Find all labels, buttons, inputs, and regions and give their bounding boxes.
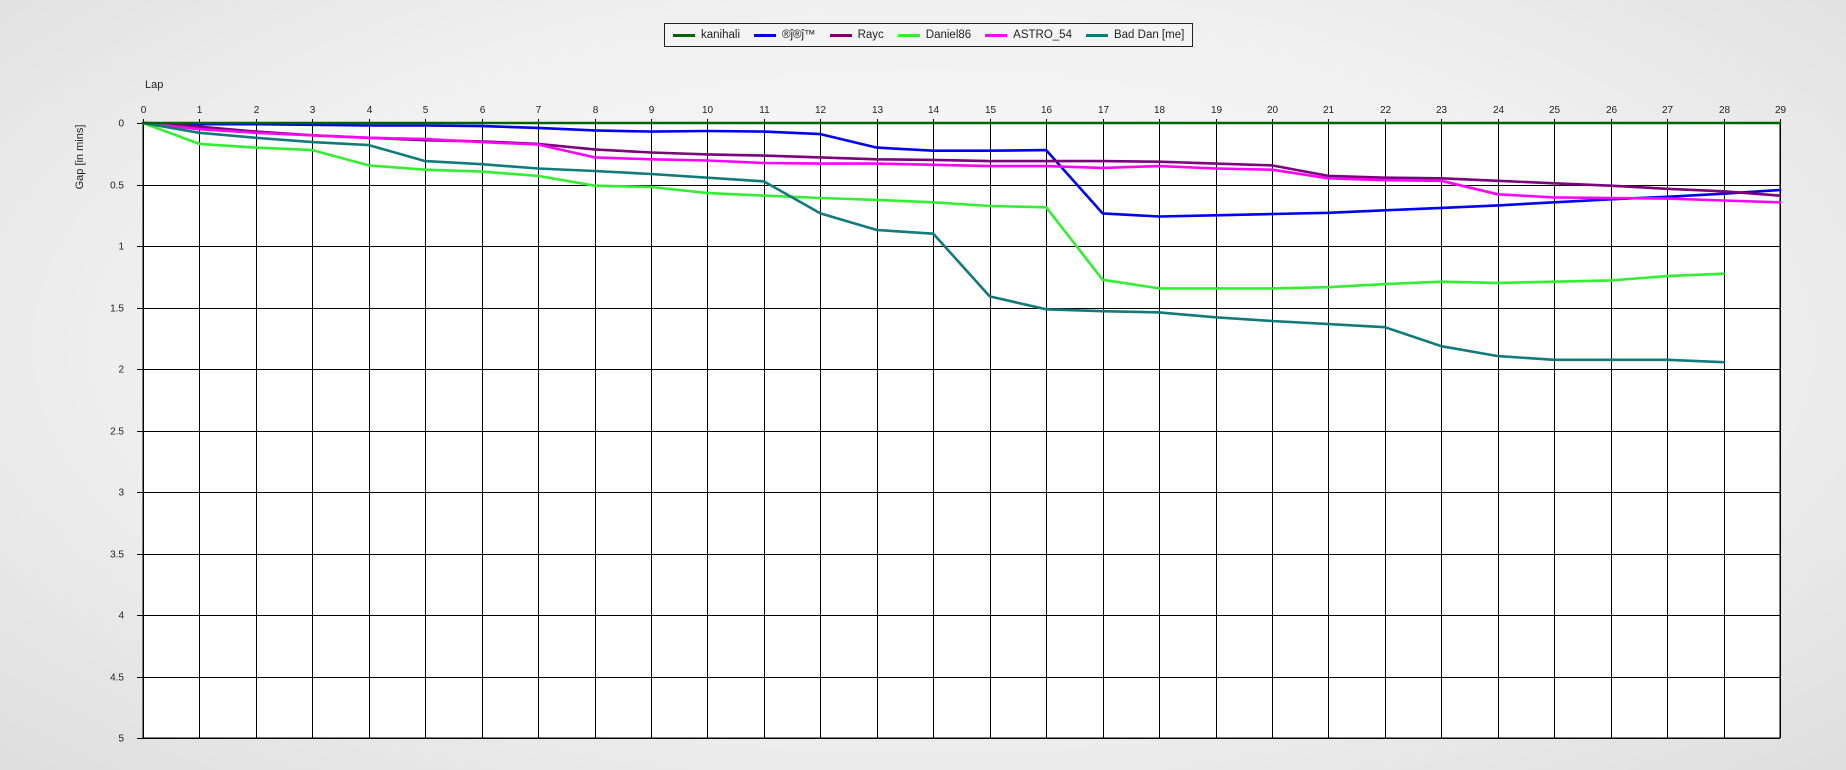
x-tick-label: 27 bbox=[1662, 105, 1674, 116]
x-tick-label: 3 bbox=[310, 105, 316, 116]
x-tick-label: 12 bbox=[815, 105, 827, 116]
x-tick-label: 23 bbox=[1436, 105, 1448, 116]
y-tick-label: 1.5 bbox=[110, 304, 124, 315]
x-tick-label: 6 bbox=[480, 105, 486, 116]
y-tick-label: 4.5 bbox=[110, 673, 124, 684]
x-tick-label: 5 bbox=[423, 105, 429, 116]
plot-area bbox=[142, 122, 1781, 739]
y-axis-title: Gap [in mins] bbox=[74, 125, 86, 190]
x-tick-label: 29 bbox=[1775, 105, 1787, 116]
y-tick-label: 0.5 bbox=[110, 181, 124, 192]
x-tick-label: 21 bbox=[1323, 105, 1335, 116]
y-tick-label: 2.5 bbox=[110, 427, 124, 438]
y-tick-label: 0 bbox=[118, 119, 124, 130]
x-tick-label: 0 bbox=[141, 105, 147, 116]
x-tick-label: 25 bbox=[1549, 105, 1561, 116]
y-tick-label: 2 bbox=[118, 365, 124, 376]
x-tick-label: 4 bbox=[367, 105, 373, 116]
x-tick-label: 20 bbox=[1267, 105, 1279, 116]
x-tick-label: 10 bbox=[702, 105, 714, 116]
x-tick-label: 16 bbox=[1041, 105, 1053, 116]
x-tick-label: 19 bbox=[1211, 105, 1223, 116]
x-tick-label: 24 bbox=[1493, 105, 1505, 116]
x-tick-label: 11 bbox=[759, 105, 770, 116]
x-axis-title: Lap bbox=[145, 79, 163, 91]
x-tick-label: 1 bbox=[197, 105, 203, 116]
y-tick-label: 5 bbox=[118, 734, 124, 745]
x-tick-label: 22 bbox=[1380, 105, 1392, 116]
x-tick-label: 17 bbox=[1098, 105, 1110, 116]
y-tick-label: 3 bbox=[118, 488, 124, 499]
line-chart: 0 1 2 3 4 5 6 7 8 9 10 11 12 13 14 15 16 17 18 19 20 21 22 23 24… bbox=[74, 79, 1787, 745]
x-tick-label: 26 bbox=[1606, 105, 1618, 116]
y-tick-label: 1 bbox=[118, 242, 124, 253]
x-tick-label: 2 bbox=[254, 105, 260, 116]
x-tick-label: 13 bbox=[872, 105, 884, 116]
x-tick-label: 9 bbox=[649, 105, 655, 116]
x-tick-label: 15 bbox=[985, 105, 997, 116]
y-tick-label: 3.5 bbox=[110, 550, 124, 561]
x-tick-label: 8 bbox=[593, 105, 599, 116]
x-tick-label: 7 bbox=[536, 105, 542, 116]
x-tick-label: 18 bbox=[1154, 105, 1166, 116]
x-tick-label: 28 bbox=[1719, 105, 1731, 116]
y-tick-label: 4 bbox=[118, 611, 124, 622]
x-tick-label: 14 bbox=[928, 105, 940, 116]
